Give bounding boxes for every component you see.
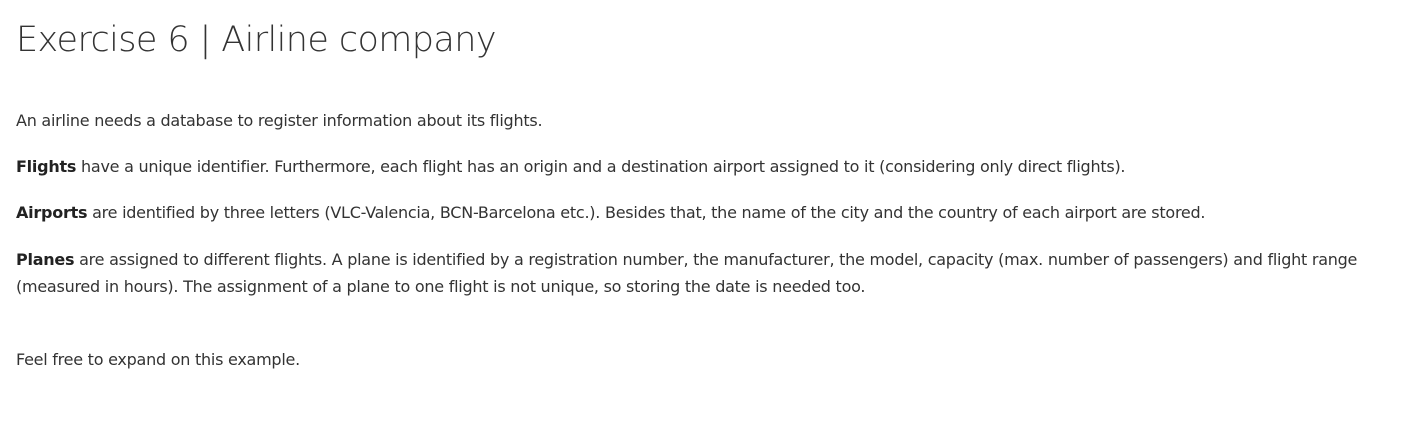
flights-paragraph: Flights have a unique identifier. Furthe… (16, 153, 1386, 180)
airports-paragraph: Airports are identified by three letters… (16, 199, 1386, 226)
page-title: Exercise 6 | Airline company (16, 20, 497, 60)
flights-term: Flights (16, 157, 77, 176)
airports-term: Airports (16, 203, 88, 222)
intro-paragraph: An airline needs a database to register … (16, 111, 543, 130)
planes-term: Planes (16, 250, 75, 269)
planes-paragraph: Planes are assigned to different flights… (16, 246, 1386, 300)
exercise-page: Exercise 6 | Airline company An airline … (0, 0, 1402, 421)
flights-description: have a unique identifier. Furthermore, e… (76, 157, 1126, 176)
planes-description: are assigned to different flights. A pla… (16, 250, 1358, 296)
airports-description: are identified by three letters (VLC-Val… (87, 203, 1206, 222)
closing-paragraph: Feel free to expand on this example. (16, 350, 300, 369)
